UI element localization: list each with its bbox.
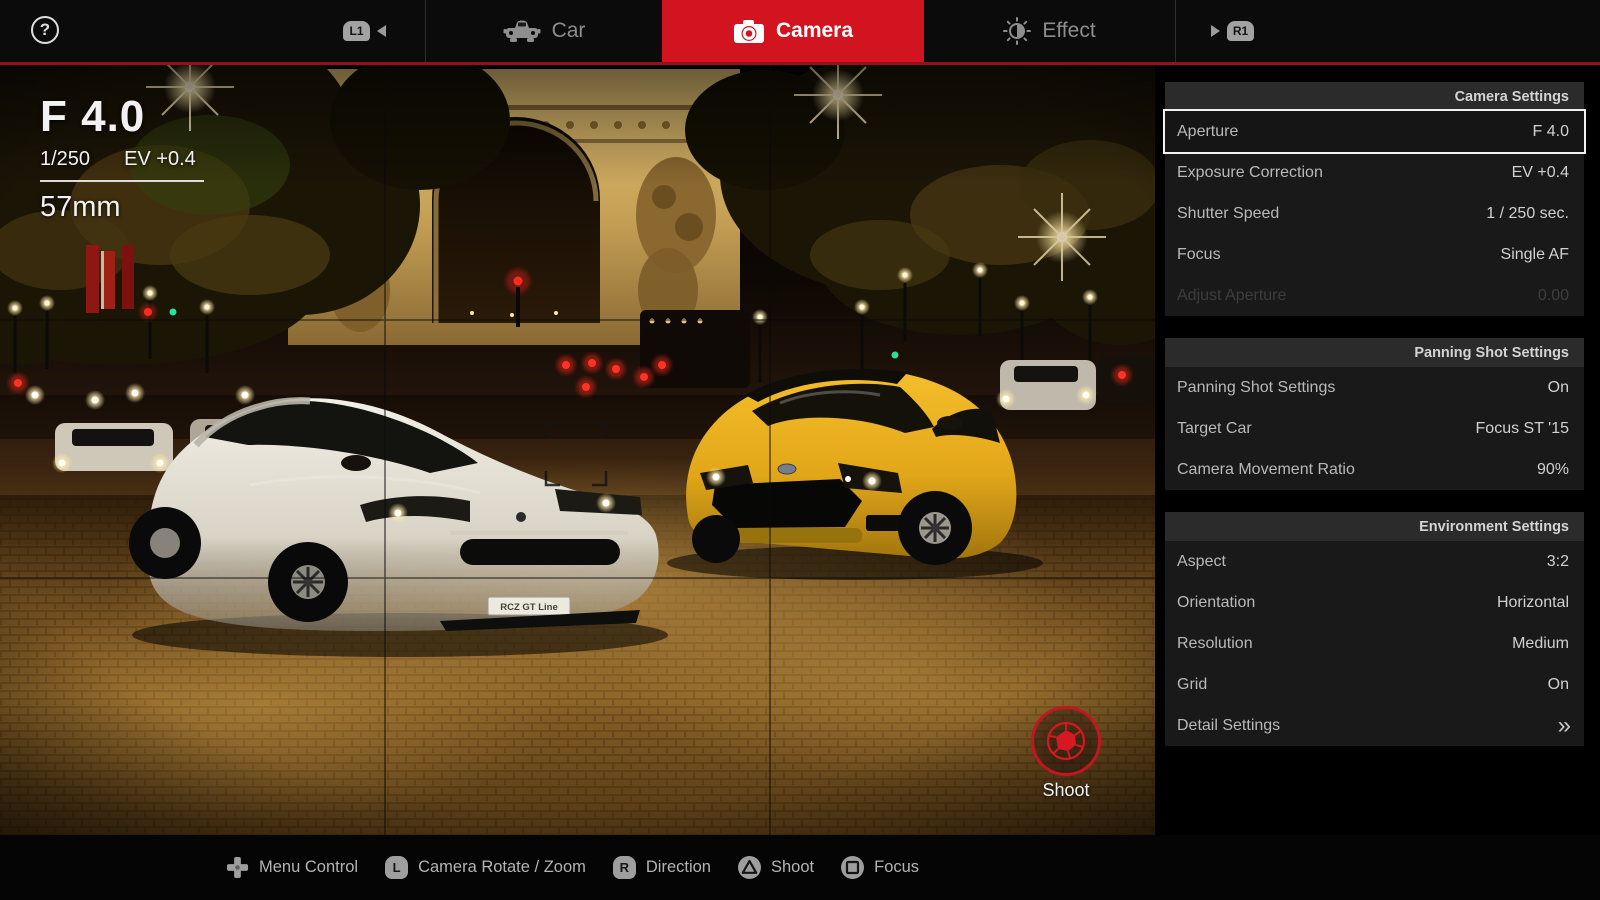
- panel-environment-settings: Environment Settings Aspect 3:2 Orientat…: [1165, 512, 1584, 746]
- settings-sidebar: Camera Settings Aperture F 4.0 Exposure …: [1165, 82, 1584, 768]
- photo-preview-viewport: RCZ GT Line F 4.0 1/: [0, 65, 1155, 835]
- l1-bumper-button[interactable]: L1: [343, 0, 386, 62]
- detail-settings-chevron-icon: »: [1557, 711, 1571, 739]
- help-question-icon: ?: [39, 20, 51, 39]
- ev-readout: EV +0.4: [124, 148, 196, 170]
- triangle-button-icon: [737, 856, 761, 879]
- aperture-readout: F 4.0: [40, 92, 146, 141]
- hint-menu-control: Menu Control: [226, 856, 358, 879]
- setting-label: Orientation: [1177, 593, 1256, 611]
- panel-title: Environment Settings: [1165, 512, 1584, 541]
- setting-value: Single AF: [1500, 245, 1569, 263]
- prev-tab-arrow-icon: [377, 25, 386, 37]
- effect-brightness-icon: [1003, 17, 1032, 45]
- hint-label: Focus: [874, 858, 920, 876]
- l1-badge-icon: L1: [343, 21, 370, 41]
- setting-value: 3:2: [1546, 552, 1569, 570]
- right-stick-icon: R: [612, 856, 636, 879]
- setting-value: Medium: [1512, 634, 1569, 652]
- setting-value: EV +0.4: [1511, 163, 1569, 181]
- setting-value: F 4.0: [1532, 122, 1569, 140]
- shoot-button[interactable]: [1031, 706, 1101, 776]
- setting-label: Aspect: [1177, 552, 1226, 570]
- exposure-readout: F 4.0 1/250 EV +0.4 57mm: [40, 95, 204, 224]
- shoot-button-group: Shoot: [1028, 706, 1104, 800]
- hint-camera-rotate-zoom: L Camera Rotate / Zoom: [385, 856, 586, 879]
- setting-label: Focus: [1177, 245, 1221, 263]
- shutter-readout: 1/250: [40, 148, 91, 170]
- panel-title: Camera Settings: [1165, 82, 1584, 111]
- tab-divider: [1175, 0, 1176, 62]
- tab-effect[interactable]: Effect: [924, 0, 1175, 62]
- shoot-button-label: Shoot: [1042, 780, 1090, 800]
- setting-label: Target Car: [1177, 419, 1252, 437]
- setting-value: On: [1547, 378, 1569, 396]
- tab-car[interactable]: Car: [426, 0, 662, 62]
- square-button-icon: [841, 856, 865, 879]
- setting-value: 90%: [1536, 460, 1569, 478]
- setting-row-exposure-correction[interactable]: Exposure Correction EV +0.4: [1165, 152, 1584, 193]
- setting-row-camera-movement-ratio[interactable]: Camera Movement Ratio 90%: [1165, 449, 1584, 490]
- setting-label: Exposure Correction: [1177, 163, 1323, 181]
- setting-value: Focus ST '15: [1475, 419, 1569, 437]
- panel-title: Panning Shot Settings: [1165, 338, 1584, 367]
- setting-row-panning-shot[interactable]: Panning Shot Settings On: [1165, 367, 1584, 408]
- setting-value: 0.00: [1537, 286, 1569, 304]
- tab-camera[interactable]: Camera: [662, 0, 924, 62]
- r1-bumper-button[interactable]: R1: [1211, 0, 1254, 62]
- setting-label: Detail Settings: [1177, 716, 1281, 734]
- setting-row-orientation[interactable]: Orientation Horizontal: [1165, 582, 1584, 623]
- setting-label: Adjust Aperture: [1177, 286, 1287, 304]
- left-stick-icon: L: [385, 856, 409, 879]
- setting-row-target-car[interactable]: Target Car Focus ST '15: [1165, 408, 1584, 449]
- panel-panning-shot-settings: Panning Shot Settings Panning Shot Setti…: [1165, 338, 1584, 490]
- r1-badge-icon: R1: [1227, 21, 1254, 41]
- setting-value: On: [1547, 675, 1569, 693]
- focal-length-readout: 57mm: [40, 191, 121, 223]
- setting-value: 1 / 250 sec.: [1486, 204, 1569, 222]
- setting-value: Horizontal: [1496, 593, 1569, 611]
- setting-row-adjust-aperture: Adjust Aperture 0.00: [1165, 275, 1584, 316]
- readout-divider: [40, 180, 204, 182]
- car-icon: [503, 20, 541, 42]
- tab-camera-label: Camera: [775, 19, 854, 42]
- setting-label: Aperture: [1177, 122, 1239, 140]
- hint-direction: R Direction: [612, 856, 711, 879]
- shutter-aperture-icon: [1046, 721, 1086, 761]
- setting-row-aspect[interactable]: Aspect 3:2: [1165, 541, 1584, 582]
- hint-shoot: Shoot: [737, 856, 815, 879]
- setting-row-shutter-speed[interactable]: Shutter Speed 1 / 250 sec.: [1165, 193, 1584, 234]
- setting-row-aperture[interactable]: Aperture F 4.0: [1165, 111, 1584, 152]
- setting-row-detail-settings[interactable]: Detail Settings »: [1165, 705, 1584, 746]
- setting-label: Shutter Speed: [1177, 204, 1280, 222]
- setting-label: Resolution: [1177, 634, 1253, 652]
- help-button[interactable]: ?: [31, 16, 59, 44]
- setting-label: Panning Shot Settings: [1177, 378, 1336, 396]
- hint-label: Menu Control: [259, 858, 359, 876]
- next-tab-arrow-icon: [1211, 25, 1220, 37]
- setting-row-grid[interactable]: Grid On: [1165, 664, 1584, 705]
- top-menu-bar: ? L1 Car Camera Effect R1: [0, 0, 1600, 62]
- hint-focus: Focus: [841, 856, 919, 879]
- hint-label: Shoot: [770, 858, 815, 876]
- setting-row-focus[interactable]: Focus Single AF: [1165, 234, 1584, 275]
- hint-label: Direction: [645, 858, 711, 876]
- panel-camera-settings: Camera Settings Aperture F 4.0 Exposure …: [1165, 82, 1584, 316]
- setting-row-resolution[interactable]: Resolution Medium: [1165, 623, 1584, 664]
- controller-hint-bar: Menu Control L Camera Rotate / Zoom R Di…: [0, 835, 1600, 900]
- tab-car-label: Car: [551, 19, 586, 42]
- setting-label: Camera Movement Ratio: [1177, 460, 1355, 478]
- hint-label: Camera Rotate / Zoom: [418, 858, 586, 876]
- camera-icon: [733, 20, 764, 43]
- dpad-icon: [226, 856, 249, 879]
- setting-label: Grid: [1177, 675, 1208, 693]
- tab-effect-label: Effect: [1042, 19, 1096, 42]
